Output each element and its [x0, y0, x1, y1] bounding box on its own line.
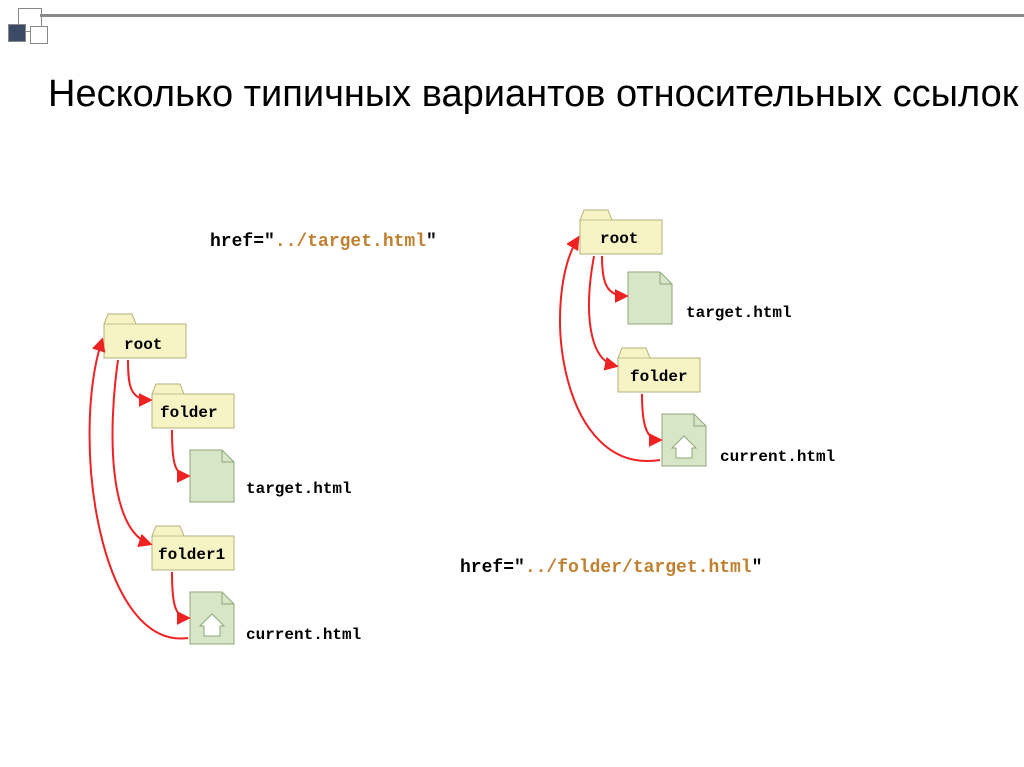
right-root-label: root: [600, 230, 638, 248]
code-path: ../folder/target.html: [525, 558, 752, 578]
left-root-label: root: [124, 336, 162, 354]
code-close: ": [426, 232, 437, 252]
right-href-code: href="../folder/target.html": [460, 558, 762, 578]
left-href-code: href="../target.html": [210, 232, 437, 252]
left-current-label: current.html: [246, 626, 361, 644]
right-target-label: target.html: [686, 304, 792, 322]
code-kw: href=": [210, 232, 275, 252]
page-title: Несколько типичных вариантов относительн…: [48, 70, 1018, 119]
right-current-label: current.html: [720, 448, 835, 466]
right-current-file-icon: [662, 414, 706, 466]
arrows-svg: [0, 200, 1024, 767]
slide-top-bar: [40, 14, 1024, 17]
right-target-file-icon: [628, 272, 672, 324]
left-folder1-label: folder1: [158, 546, 225, 564]
left-current-file-icon: [190, 592, 234, 644]
code-kw: href=": [460, 558, 525, 578]
left-target-label: target.html: [246, 480, 352, 498]
code-close: ": [752, 558, 763, 578]
left-folder-label: folder: [160, 404, 218, 422]
code-path: ../target.html: [275, 232, 426, 252]
right-folder-label: folder: [630, 368, 688, 386]
left-target-file-icon: [190, 450, 234, 502]
diagram-stage: href="../target.html" root folder target…: [0, 200, 1024, 767]
